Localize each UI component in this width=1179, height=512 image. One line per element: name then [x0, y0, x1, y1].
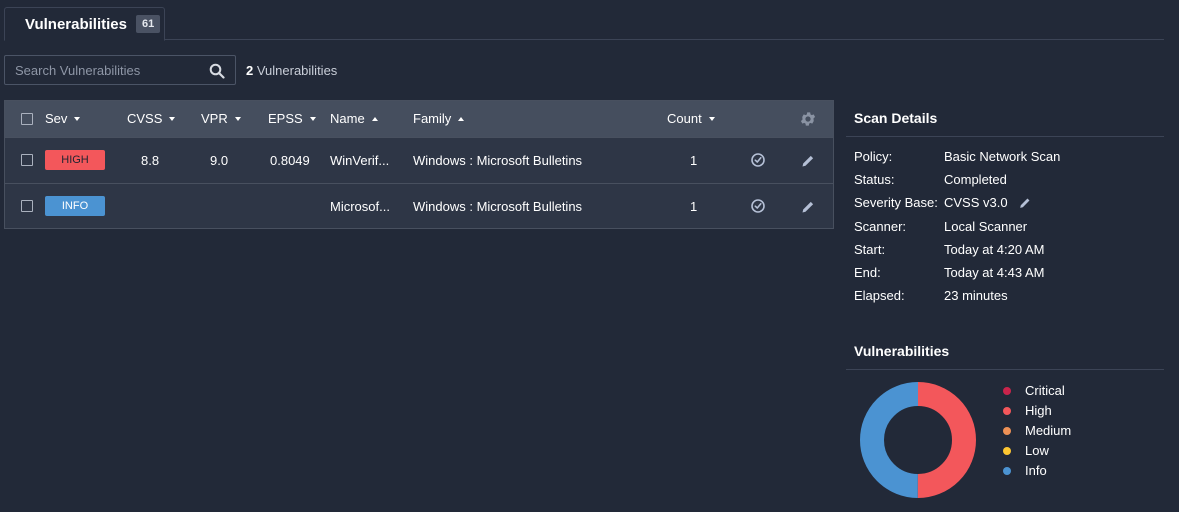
severity-badge: INFO — [45, 196, 105, 216]
column-vpr-label: VPR — [201, 111, 228, 126]
column-sev[interactable]: Sev — [45, 111, 81, 126]
detail-value-severity-base: CVSS v3.0 — [944, 195, 1032, 210]
sort-down-icon — [234, 116, 241, 121]
column-cvss-label: CVSS — [127, 111, 163, 126]
pencil-icon[interactable] — [800, 153, 816, 169]
legend-item-medium: Medium — [1003, 423, 1071, 438]
detail-label-end: End: — [854, 265, 881, 280]
cell-cvss: 8.8 — [141, 153, 160, 168]
column-cvss[interactable]: CVSS — [127, 111, 176, 126]
result-label: Vulnerabilities — [253, 63, 338, 78]
severity-donut-chart — [860, 382, 976, 498]
legend-item-info: Info — [1003, 463, 1047, 478]
detail-value-start: Today at 4:20 AM — [944, 242, 1044, 257]
cell-vpr: 9.0 — [210, 153, 229, 168]
cell-name: WinVerif... — [330, 153, 390, 168]
legend-dot — [1003, 406, 1011, 415]
detail-value-text: Completed — [944, 172, 1007, 187]
cell-count: 1 — [690, 199, 698, 214]
legend-dot — [1003, 426, 1011, 435]
severity-badge: HIGH — [45, 150, 105, 170]
sort-up-icon — [371, 116, 378, 121]
search-input[interactable] — [5, 56, 235, 84]
column-name-label: Name — [330, 111, 365, 126]
check-circle-icon[interactable] — [750, 152, 766, 168]
table-row[interactable]: HIGH 8.8 9.0 0.8049 WinVerif... Windows … — [5, 137, 833, 183]
legend-label: Info — [1025, 463, 1047, 478]
column-sev-label: Sev — [45, 111, 68, 126]
legend-item-low: Low — [1003, 443, 1049, 458]
tab-label: Vulnerabilities — [25, 15, 127, 33]
detail-value-text: Local Scanner — [944, 219, 1028, 234]
result-count: 2 Vulnerabilities — [246, 63, 337, 78]
detail-value-status: Completed — [944, 172, 1007, 187]
legend-dot — [1003, 386, 1011, 395]
sort-down-icon — [708, 116, 715, 121]
cell-epss: 0.8049 — [270, 153, 310, 168]
gear-icon[interactable] — [799, 110, 817, 128]
pencil-icon[interactable] — [800, 199, 816, 215]
detail-value-text: Today at 4:43 AM — [944, 265, 1045, 280]
sort-down-icon — [74, 116, 81, 121]
cell-family: Windows : Microsoft Bulletins — [413, 199, 583, 214]
scan-details-title: Scan Details — [854, 110, 938, 126]
column-count-label: Count — [667, 111, 702, 126]
search-icon[interactable] — [209, 63, 225, 79]
detail-label-elapsed: Elapsed: — [854, 288, 905, 303]
select-all-checkbox[interactable] — [21, 113, 33, 125]
detail-label-severity-base: Severity Base: — [854, 195, 938, 210]
check-circle-icon[interactable] — [750, 198, 766, 214]
sort-down-icon — [309, 116, 316, 121]
detail-value-scanner: Local Scanner — [944, 219, 1027, 234]
divider — [846, 369, 1164, 370]
detail-value-elapsed: 23 minutes — [944, 288, 1008, 303]
table-header: Sev CVSS VPR EPSS Name Family Count — [5, 101, 833, 137]
legend-label: Critical — [1025, 383, 1065, 398]
detail-value-text: CVSS v3.0 — [944, 195, 1008, 210]
detail-value-text: 23 minutes — [944, 288, 1008, 303]
vulnerabilities-chart-title: Vulnerabilities — [854, 343, 950, 359]
cell-count: 1 — [690, 153, 698, 168]
detail-value-text: Today at 4:20 AM — [944, 242, 1045, 257]
cell-family: Windows : Microsoft Bulletins — [413, 153, 583, 168]
column-epss-label: EPSS — [268, 111, 303, 126]
column-vpr[interactable]: VPR — [201, 111, 241, 126]
legend-label: High — [1025, 403, 1052, 418]
legend-label: Medium — [1025, 423, 1072, 438]
detail-label-start: Start: — [854, 242, 886, 257]
detail-label-policy: Policy: — [854, 149, 893, 164]
row-checkbox[interactable] — [21, 154, 33, 166]
detail-value-end: Today at 4:43 AM — [944, 265, 1044, 280]
detail-value-policy: Basic Network Scan — [944, 149, 1060, 164]
cell-name: Microsof... — [330, 199, 390, 214]
search-box — [4, 55, 236, 85]
column-name[interactable]: Name — [330, 111, 378, 126]
edit-pencil-icon[interactable] — [1018, 196, 1032, 210]
table-row[interactable]: INFO Microsof... Windows : Microsoft Bul… — [5, 183, 833, 229]
legend-item-critical: Critical — [1003, 383, 1065, 398]
column-family-label: Family — [413, 111, 452, 126]
legend-label: Low — [1025, 443, 1049, 458]
detail-value-text: Basic Network Scan — [944, 149, 1061, 164]
legend-dot — [1003, 446, 1011, 455]
tab-vulnerabilities[interactable]: Vulnerabilities 61 — [4, 7, 165, 41]
column-count[interactable]: Count — [667, 111, 715, 126]
detail-label-scanner: Scanner: — [854, 219, 907, 234]
divider — [846, 136, 1164, 137]
tab-bar: Vulnerabilities 61 — [4, 0, 1164, 41]
tab-count-badge: 61 — [135, 15, 161, 33]
detail-label-status: Status: — [854, 172, 895, 187]
sort-down-icon — [169, 116, 176, 121]
sort-up-icon — [458, 116, 465, 121]
legend-item-high: High — [1003, 403, 1052, 418]
vulnerabilities-table: Sev CVSS VPR EPSS Name Family Count HIGH… — [4, 100, 834, 229]
column-epss[interactable]: EPSS — [268, 111, 316, 126]
column-family[interactable]: Family — [413, 111, 465, 126]
row-checkbox[interactable] — [21, 200, 33, 212]
legend-dot — [1003, 466, 1011, 475]
